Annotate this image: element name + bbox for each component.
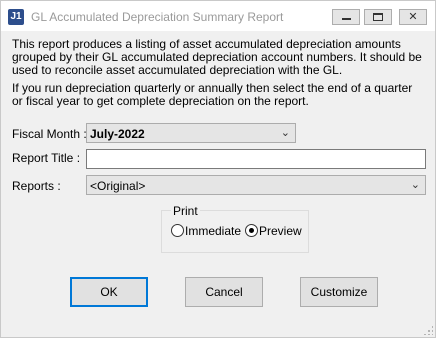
report-dialog: J1 GL Accumulated Depreciation Summary R…	[0, 0, 436, 338]
chevron-down-icon: ⌄	[280, 127, 290, 139]
chevron-down-icon: ⌄	[410, 179, 420, 191]
maximize-icon	[373, 13, 383, 21]
ok-button[interactable]: OK	[70, 277, 148, 307]
resize-grip-icon[interactable]	[423, 325, 433, 335]
immediate-radio-label[interactable]: Immediate	[185, 224, 241, 238]
minimize-button[interactable]	[332, 9, 360, 25]
description-paragraph-2: If you run depreciation quarterly or ann…	[12, 81, 413, 108]
fiscal-month-label: Fiscal Month :	[12, 127, 87, 141]
app-logo-icon: J1	[8, 9, 24, 25]
description-paragraph-1: This report produces a listing of asset …	[12, 37, 422, 77]
report-title-input[interactable]	[86, 149, 426, 169]
immediate-radio[interactable]	[171, 224, 184, 237]
close-button[interactable]: ✕	[399, 9, 427, 25]
reports-value: <Original>	[90, 179, 146, 193]
fiscal-month-value: July-2022	[90, 127, 145, 141]
preview-radio-label[interactable]: Preview	[259, 224, 302, 238]
minimize-icon	[342, 18, 351, 20]
preview-radio[interactable]	[245, 224, 258, 237]
maximize-button[interactable]	[364, 9, 392, 25]
customize-button[interactable]: Customize	[300, 277, 378, 307]
cancel-button[interactable]: Cancel	[185, 277, 263, 307]
fiscal-month-dropdown[interactable]: July-2022 ⌄	[86, 123, 296, 143]
report-title-label: Report Title :	[12, 151, 81, 165]
print-group-label: Print	[171, 204, 200, 218]
reports-label: Reports :	[12, 179, 61, 193]
window-title: GL Accumulated Depreciation Summary Repo…	[31, 10, 284, 24]
reports-dropdown[interactable]: <Original> ⌄	[86, 175, 426, 195]
title-bar[interactable]: J1 GL Accumulated Depreciation Summary R…	[1, 1, 435, 31]
close-icon: ✕	[408, 11, 418, 23]
